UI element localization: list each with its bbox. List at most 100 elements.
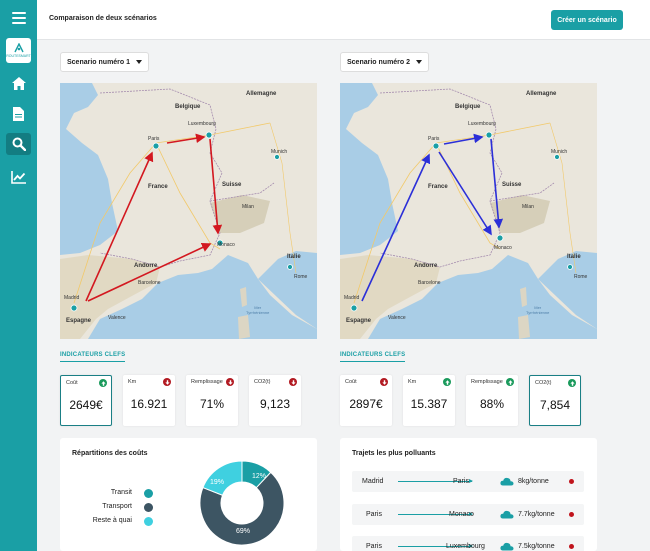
trip-from: Paris	[366, 511, 382, 518]
map-label-valence: Valence	[108, 315, 126, 321]
trend-up-icon	[443, 378, 451, 386]
document-icon[interactable]	[6, 103, 31, 125]
kpi-label: Km	[408, 379, 417, 385]
kpi-card-km-1[interactable]: Km 16.921	[123, 375, 175, 426]
map-label-suisse: Suisse	[222, 182, 242, 188]
map-label-rome: Rome	[294, 274, 308, 280]
legend-transport-label: Transport	[102, 503, 132, 510]
trend-down-icon	[289, 378, 297, 386]
map-label-andorre: Andorre	[414, 263, 438, 269]
map-label-belgique: Belgique	[455, 104, 481, 110]
legend-reste-label: Reste à quai	[92, 517, 132, 524]
trend-up-icon	[568, 379, 576, 387]
map-label-madrid: Madrid	[64, 295, 80, 301]
donut-label-transport: 69%	[236, 528, 251, 535]
map-label-allemagne: Allemagne	[246, 91, 277, 97]
map-label-luxembourg: Luxembourg	[188, 121, 216, 127]
map-label-monaco: Monaco	[494, 245, 512, 251]
kpi-value: 2649€	[69, 398, 103, 412]
kpi-label: Remplissage	[471, 379, 503, 385]
donut-label-reste: 19%	[210, 479, 225, 486]
chart-icon[interactable]	[6, 166, 31, 188]
polluting-trips-panel: Trajets les plus polluants Madrid Paris …	[340, 438, 597, 551]
kpi-header-2[interactable]: INDICATEURS CLEFS	[340, 352, 406, 362]
trip-row[interactable]: Paris Luxembourg 7.5kg/tonne	[352, 536, 584, 551]
chevron-down-icon	[416, 60, 423, 64]
kpi-value: 16.921	[130, 397, 168, 411]
kpi-value: 7,854	[539, 398, 571, 412]
map-label-monaco: Monaco	[217, 242, 235, 248]
map-label-italie: Italie	[567, 254, 581, 260]
scenario-1-map[interactable]: Belgique Allemagne Luxembourg Paris Muni…	[60, 83, 317, 339]
search-icon[interactable]	[6, 133, 31, 155]
kpi-header-1[interactable]: INDICATEURS CLEFS	[60, 352, 126, 362]
map-label-barcelone: Barcelone	[138, 280, 161, 286]
kpi-label: Km	[128, 379, 137, 385]
status-dot	[569, 512, 574, 517]
map-label-sea: Mer Tyrrhénienne	[526, 305, 550, 315]
kpi-card-fill-2[interactable]: Remplissage 88%	[466, 375, 518, 426]
legend-transit-dot	[144, 489, 153, 498]
map-label-milan: Milan	[242, 204, 254, 210]
kpi-card-cost-2[interactable]: Coût 2897€	[340, 375, 392, 426]
trip-row[interactable]: Madrid Paris 8kg/tonne	[352, 471, 584, 492]
map-label-espagne: Espagne	[66, 318, 92, 324]
create-scenario-button[interactable]: Créer un scénario	[551, 10, 623, 30]
map-label-paris: Paris	[428, 136, 440, 142]
trip-to: Paris	[453, 478, 469, 485]
map-label-suisse: Suisse	[502, 182, 522, 188]
legend-transit-label: Transit	[110, 489, 132, 496]
trend-down-icon	[380, 378, 388, 386]
hamburger-menu-icon[interactable]	[6, 7, 31, 29]
kpi-label: Coût	[345, 379, 357, 385]
kpi-label: CO2(t)	[254, 379, 271, 385]
cost-split-title: Répartitions des coûts	[72, 450, 148, 457]
trend-up-icon	[99, 379, 107, 387]
trip-row[interactable]: Paris Monaco 7.7kg/tonne	[352, 504, 584, 525]
trend-up-icon	[506, 378, 514, 386]
trip-from: Paris	[366, 543, 382, 550]
scenario-1-dropdown-label: Scenario numéro 1	[67, 58, 131, 66]
map-label-italie: Italie	[287, 254, 301, 260]
map-label-barcelone: Barcelone	[418, 280, 441, 286]
status-dot	[569, 544, 574, 549]
app-logo: ROUTESMART	[6, 38, 31, 63]
scenario-2-dropdown-label: Scenario numéro 2	[347, 58, 411, 66]
map-label-munich: Munich	[271, 149, 288, 155]
scenario-1-dropdown[interactable]: Scenario numéro 1	[60, 52, 150, 72]
map-label-belgique: Belgique	[175, 104, 201, 110]
kpi-card-co2-1[interactable]: CO2(t) 9,123	[249, 375, 301, 426]
kpi-value: 15.387	[410, 397, 448, 411]
map-label-france: France	[148, 184, 168, 190]
trend-down-icon	[163, 378, 171, 386]
cloud-icon	[500, 510, 514, 519]
trip-to: Monaco	[449, 511, 474, 518]
kpi-label: Remplissage	[191, 379, 223, 385]
logo-text: ROUTESMART	[6, 54, 31, 58]
status-dot	[569, 479, 574, 484]
map-label-paris: Paris	[148, 136, 160, 142]
map-label-allemagne: Allemagne	[526, 91, 557, 97]
kpi-value: 88%	[479, 397, 505, 411]
map-label-madrid: Madrid	[344, 295, 360, 301]
kpi-value: 9,123	[259, 397, 291, 411]
kpi-card-cost-1[interactable]: Coût 2649€	[60, 375, 112, 426]
home-icon[interactable]	[6, 72, 31, 94]
kpi-card-km-2[interactable]: Km 15.387	[403, 375, 455, 426]
map-label-milan: Milan	[522, 204, 534, 210]
scenario-2-dropdown[interactable]: Scenario numéro 2	[340, 52, 430, 72]
map-label-espagne: Espagne	[346, 318, 372, 324]
top-header: Comparaison de deux scénarios Créer un s…	[37, 0, 650, 40]
kpi-card-co2-2[interactable]: CO2(t) 7,854	[529, 375, 581, 426]
kpi-value: 2897€	[349, 397, 383, 411]
kpi-card-fill-1[interactable]: Remplissage 71%	[186, 375, 238, 426]
cost-split-panel: Répartitions des coûts Transit Transport…	[60, 438, 317, 551]
trip-from: Madrid	[362, 478, 384, 485]
trip-to: Luxembourg	[446, 543, 485, 550]
trip-co2: 7.7kg/tonne	[518, 511, 555, 518]
cloud-icon	[500, 542, 514, 551]
map-label-munich: Munich	[551, 149, 568, 155]
scenario-2-map[interactable]: Belgique Allemagne Luxembourg Paris Muni…	[340, 83, 597, 339]
kpi-value: 71%	[199, 397, 225, 411]
legend-transport-dot	[144, 503, 153, 512]
